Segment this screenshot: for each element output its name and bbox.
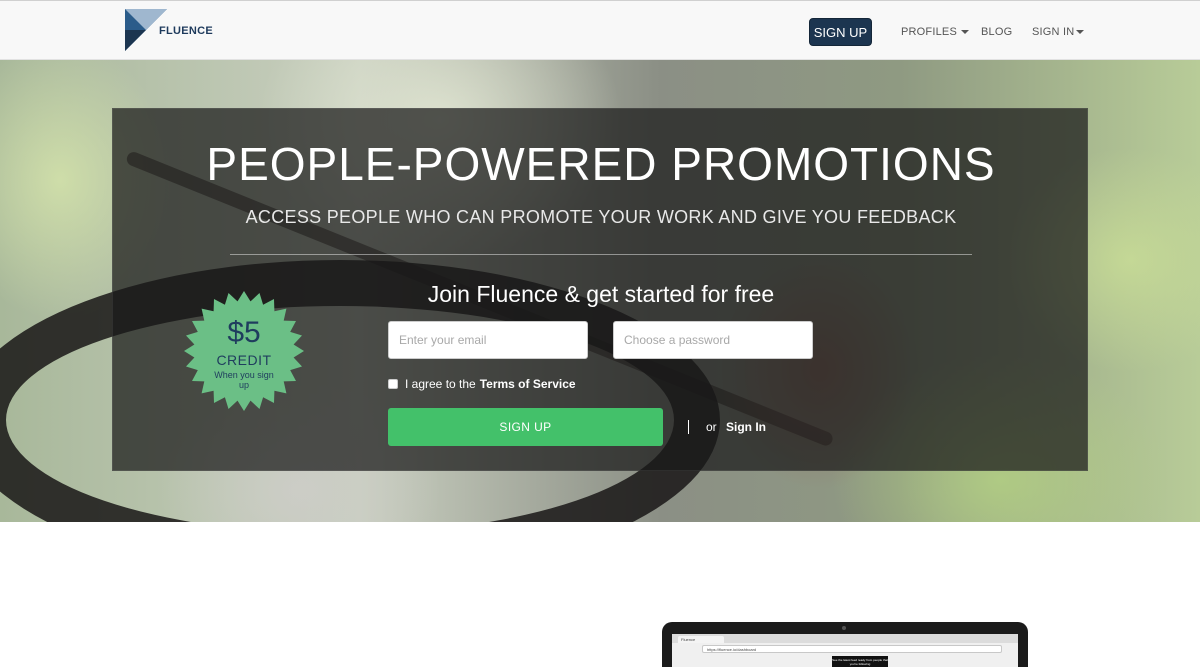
browser-tab: Fluence — [678, 636, 724, 643]
terms-label: I agree to the — [405, 377, 476, 391]
credit-note: When you sign up — [214, 370, 274, 390]
nav-signup-button[interactable]: SIGN UP — [809, 18, 872, 46]
credit-badge: $5 CREDIT When you sign up — [183, 290, 305, 412]
nav-profiles-dropdown[interactable]: PROFILES — [901, 26, 970, 38]
credit-amount: $5 — [227, 316, 261, 349]
laptop-preview: Fluence https://fluence.io/dashboard See… — [662, 622, 1028, 667]
terms-of-service-link[interactable]: Terms of Service — [480, 377, 576, 391]
nav-profiles-label: PROFILES — [901, 26, 958, 38]
or-label: or — [706, 420, 717, 434]
chevron-down-icon — [961, 30, 970, 34]
browser-url-bar: https://fluence.io/dashboard — [702, 645, 1002, 653]
top-navbar: FLUENCE SIGN UP PROFILES BLOG SIGN IN — [0, 0, 1200, 60]
logo-text: FLUENCE — [159, 25, 214, 37]
terms-row: I agree to the Terms of Service — [388, 377, 576, 391]
nav-blog-link[interactable]: BLOG — [981, 26, 1012, 38]
hero-section: PEOPLE-POWERED PROMOTIONS ACCESS PEOPLE … — [0, 60, 1200, 522]
preview-tooltip: See the latest feed ready from people th… — [832, 656, 888, 667]
hero-subtitle: ACCESS PEOPLE WHO CAN PROMOTE YOUR WORK … — [245, 207, 957, 227]
hero-divider — [230, 254, 972, 255]
nav-signin-dropdown[interactable]: SIGN IN — [1032, 26, 1085, 38]
hero-title: PEOPLE-POWERED PROMOTIONS — [206, 138, 996, 190]
password-field[interactable] — [613, 321, 813, 359]
or-divider — [688, 420, 689, 434]
signin-alternative: or Sign In — [706, 420, 766, 434]
chevron-down-icon — [1076, 30, 1085, 34]
email-field[interactable] — [388, 321, 588, 359]
nav-signin-label: SIGN IN — [1032, 26, 1075, 38]
starburst-icon — [184, 291, 304, 411]
nav-blog-label: BLOG — [981, 26, 1013, 38]
browser-tabbar: Fluence — [672, 634, 1018, 643]
fluence-logo[interactable]: FLUENCE — [125, 9, 235, 53]
signup-button[interactable]: SIGN UP — [388, 408, 663, 446]
laptop-screen: Fluence https://fluence.io/dashboard See… — [672, 634, 1018, 667]
terms-checkbox[interactable] — [388, 379, 398, 389]
signin-link[interactable]: Sign In — [726, 420, 766, 434]
camera-icon — [842, 626, 846, 630]
credit-label: CREDIT — [216, 352, 272, 368]
